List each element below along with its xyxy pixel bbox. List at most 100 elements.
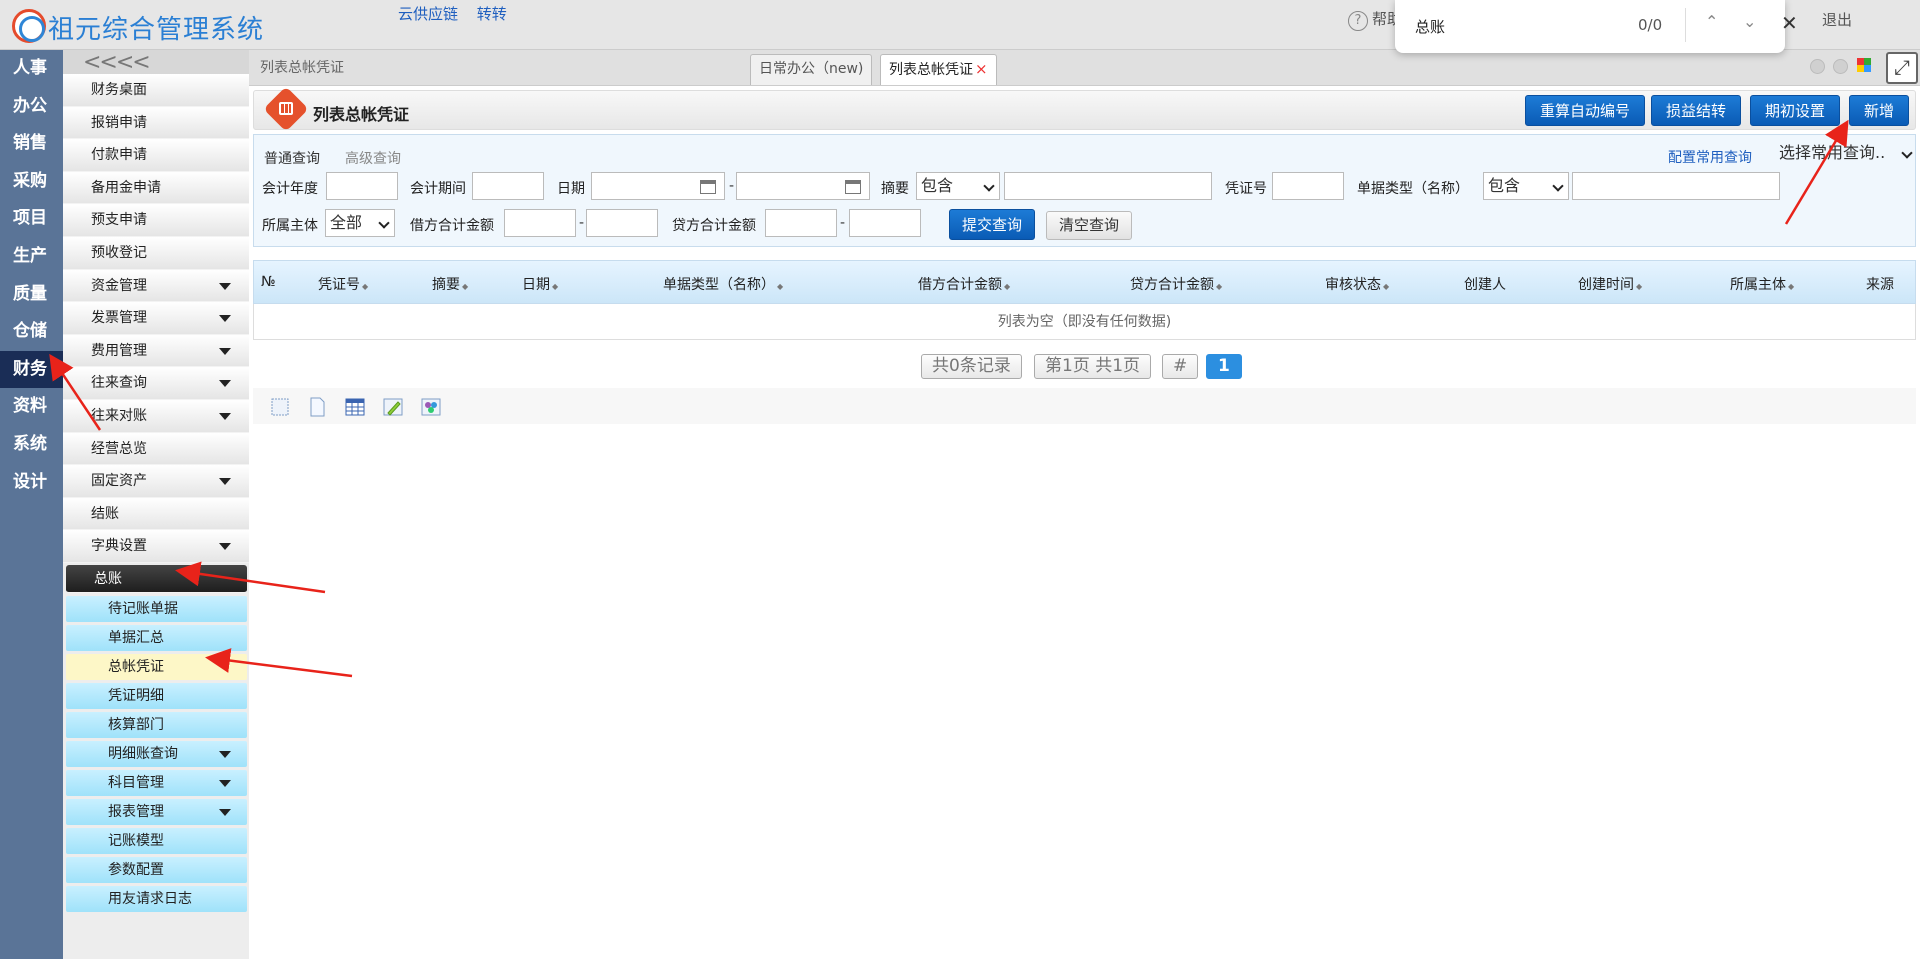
voucher-no-input[interactable] xyxy=(1272,172,1344,200)
year-input[interactable] xyxy=(326,172,398,200)
help-link[interactable]: ? 帮助 xyxy=(1348,8,1402,31)
col-no[interactable]: № xyxy=(261,274,276,290)
col-creator[interactable]: 创建人 xyxy=(1464,274,1506,294)
collapse-menu-button[interactable]: <<<< xyxy=(63,50,249,75)
summary-mode-select[interactable]: 包含 xyxy=(916,172,1000,200)
layout-grid-icon[interactable] xyxy=(1857,58,1871,72)
tab-close-icon[interactable]: × xyxy=(975,60,988,78)
nav-quality[interactable]: 质量 xyxy=(0,276,63,314)
period-input[interactable] xyxy=(472,172,544,200)
ledger-submenu-item[interactable]: 单据汇总 xyxy=(66,624,247,651)
submenu-item[interactable]: 资金管理 xyxy=(63,269,249,303)
select-all-icon[interactable] xyxy=(269,396,291,418)
submenu-item[interactable]: 付款申请 xyxy=(63,139,249,172)
find-next-icon[interactable]: ⌄ xyxy=(1743,12,1756,31)
col-summary[interactable]: 摘要 ◆ xyxy=(432,274,468,294)
doc-type-input[interactable] xyxy=(1572,172,1780,200)
add-new-button[interactable]: 新增 xyxy=(1849,95,1910,126)
fullscreen-icon[interactable]: ⤢ xyxy=(1886,52,1918,84)
debit-max-input[interactable] xyxy=(586,209,658,237)
preset-query-select[interactable]: 选择常用查询.. xyxy=(1775,140,1917,168)
nav-design[interactable]: 设计 xyxy=(0,464,63,502)
find-input[interactable]: 总账 xyxy=(1415,16,1445,37)
nav-finance[interactable]: 财务 xyxy=(0,350,63,389)
nav-production[interactable]: 生产 xyxy=(0,238,63,276)
credit-min-input[interactable] xyxy=(765,209,837,237)
find-close-icon[interactable]: ✕ xyxy=(1781,11,1798,35)
date-end-input[interactable] xyxy=(736,172,870,200)
ledger-submenu-item[interactable]: 用友请求日志 xyxy=(66,885,247,912)
blank-page-icon[interactable] xyxy=(306,396,328,418)
col-entity[interactable]: 所属主体 ◆ xyxy=(1730,274,1794,294)
profit-loss-carryover-button[interactable]: 损益结转 xyxy=(1651,95,1742,126)
top-link-transfer[interactable]: 转转 xyxy=(477,5,507,23)
edit-icon[interactable] xyxy=(382,396,404,418)
submenu-item[interactable]: 费用管理 xyxy=(63,334,249,368)
config-common-query-link[interactable]: 配置常用查询 xyxy=(1668,147,1752,167)
submit-query-button[interactable]: 提交查询 xyxy=(949,209,1036,240)
top-link-supply-chain[interactable]: 云供应链 xyxy=(398,5,458,23)
submenu-item[interactable]: 财务桌面 xyxy=(63,74,249,107)
ledger-submenu-item[interactable]: 科目管理 xyxy=(66,769,247,796)
ledger-submenu-item[interactable]: 待记账单据 xyxy=(66,595,247,622)
nav-data[interactable]: 资料 xyxy=(0,388,63,426)
credit-max-input[interactable] xyxy=(849,209,921,237)
submenu-item[interactable]: 字典设置 xyxy=(63,530,249,563)
debit-min-input[interactable] xyxy=(504,209,576,237)
entity-select[interactable]: 全部 xyxy=(325,209,395,237)
pager-page-1[interactable]: 1 xyxy=(1206,354,1242,379)
col-voucher-no[interactable]: 凭证号 ◆ xyxy=(318,274,368,294)
tab-normal-query[interactable]: 普通查询 xyxy=(264,148,320,168)
nav-system[interactable]: 系统 xyxy=(0,426,63,464)
puzzle-icon[interactable] xyxy=(420,396,442,418)
recalc-number-button[interactable]: 重算自动编号 xyxy=(1525,95,1646,126)
submenu-item[interactable]: 固定资产 xyxy=(63,465,249,498)
find-prev-icon[interactable]: ⌃ xyxy=(1705,12,1718,31)
opening-setup-button[interactable]: 期初设置 xyxy=(1750,95,1841,126)
ledger-submenu-item[interactable]: 总帐凭证 xyxy=(66,653,247,680)
date-start-input[interactable] xyxy=(591,172,725,200)
submenu-item[interactable]: 经营总览 xyxy=(63,432,249,466)
submenu-item[interactable]: 报销申请 xyxy=(63,106,249,140)
pager-goto-button[interactable]: # xyxy=(1162,354,1199,379)
nav-sales[interactable]: 销售 xyxy=(0,125,63,163)
nav-office[interactable]: 办公 xyxy=(0,88,63,126)
table-icon[interactable] xyxy=(344,396,366,418)
doc-type-mode-select[interactable]: 包含 xyxy=(1483,172,1569,200)
submenu-item[interactable]: 发票管理 xyxy=(63,302,249,335)
ledger-submenu-item[interactable]: 凭证明细 xyxy=(66,682,247,709)
tab-daily-office[interactable]: 日常办公（new) xyxy=(750,54,873,85)
summary-input[interactable] xyxy=(1004,172,1212,200)
nav-warehouse[interactable]: 仓储 xyxy=(0,313,63,351)
submenu-item[interactable]: 往来对账 xyxy=(63,399,249,433)
tab-scroll-left-icon[interactable] xyxy=(1810,59,1825,74)
col-date[interactable]: 日期 ◆ xyxy=(522,274,558,294)
col-credit-total[interactable]: 贷方合计金额 ◆ xyxy=(1130,274,1222,294)
col-doc-type[interactable]: 单据类型（名称） ◆ xyxy=(663,274,783,294)
ledger-submenu-item[interactable]: 明细账查询 xyxy=(66,740,247,767)
logout-link[interactable]: 退出 xyxy=(1822,9,1852,30)
nav-purchase[interactable]: 采购 xyxy=(0,163,63,201)
ledger-submenu-item[interactable]: 参数配置 xyxy=(66,856,247,883)
submenu-item[interactable]: 备用金申请 xyxy=(63,171,249,205)
ledger-submenu-item[interactable]: 核算部门 xyxy=(66,711,247,738)
calendar-icon[interactable] xyxy=(700,180,716,194)
submenu-group-general-ledger[interactable]: 总账 xyxy=(66,564,247,593)
col-source[interactable]: 来源 xyxy=(1866,274,1894,294)
submenu-item[interactable]: 预支申请 xyxy=(63,204,249,237)
submenu-item[interactable]: 预收登记 xyxy=(63,236,249,270)
col-audit-status[interactable]: 审核状态 ◆ xyxy=(1325,274,1389,294)
tab-advanced-query[interactable]: 高级查询 xyxy=(345,148,401,168)
tab-scroll-right-icon[interactable] xyxy=(1833,59,1848,74)
col-created-time[interactable]: 创建时间 ◆ xyxy=(1578,274,1642,294)
col-debit-total[interactable]: 借方合计金额 ◆ xyxy=(918,274,1010,294)
submenu-item[interactable]: 结账 xyxy=(63,497,249,531)
ledger-submenu-item[interactable]: 报表管理 xyxy=(66,798,247,825)
calendar-icon[interactable] xyxy=(845,180,861,194)
tab-voucher-list[interactable]: 列表总帐凭证 × xyxy=(880,54,997,85)
clear-query-button[interactable]: 清空查询 xyxy=(1046,211,1133,240)
nav-hr[interactable]: 人事 xyxy=(0,50,63,88)
submenu-item[interactable]: 往来查询 xyxy=(63,367,249,400)
nav-project[interactable]: 项目 xyxy=(0,200,63,238)
ledger-submenu-item[interactable]: 记账模型 xyxy=(66,827,247,854)
